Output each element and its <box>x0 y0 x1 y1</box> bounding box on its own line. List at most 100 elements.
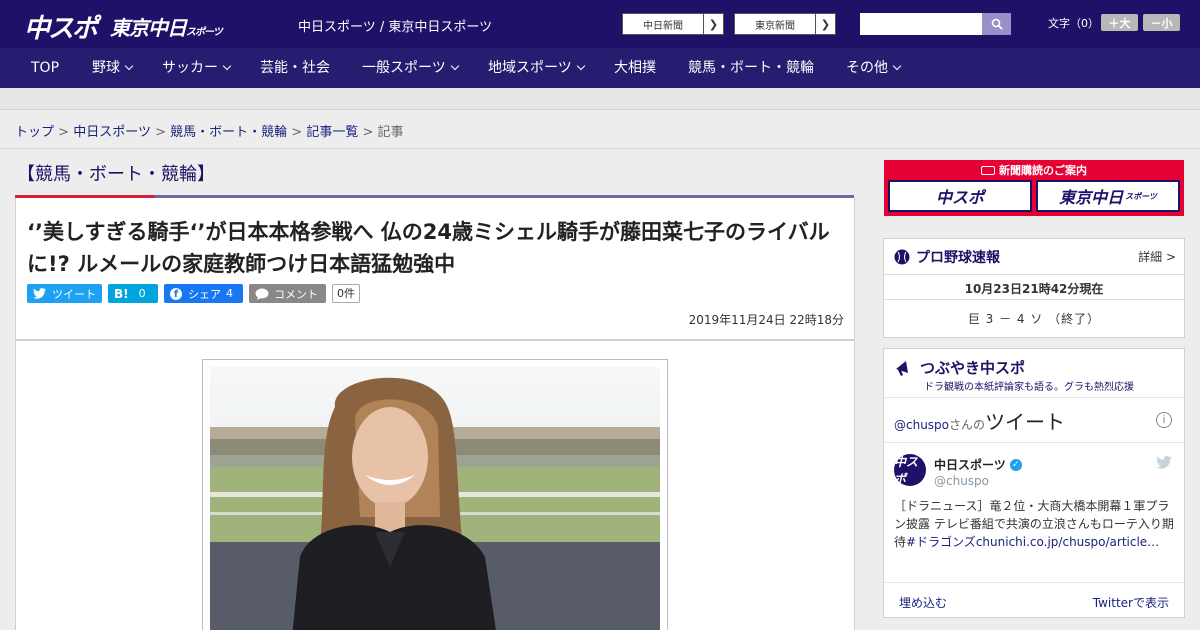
sub-nav-strip <box>0 88 1200 110</box>
nav-item-soccer[interactable]: サッカー <box>162 48 232 88</box>
twitter-bird-icon[interactable] <box>1156 456 1172 473</box>
divider <box>884 274 1184 275</box>
breadcrumb-separator: > <box>362 125 374 140</box>
hatena-bookmark-button[interactable]: B! 0 <box>108 284 158 303</box>
tsubuyaki-subtitle: ドラ観戦の本紙評論家も語る。グラも熱烈応援 <box>924 382 1134 393</box>
tweets-label: ツイート <box>985 410 1066 434</box>
twitter-widget-box: つぶやき中スポ ドラ観戦の本紙評論家も語る。グラも熱烈応援 @chuspoさんの… <box>883 348 1185 618</box>
tokyo-logo-small: スポーツ <box>186 27 223 38</box>
baseball-title-text: プロ野球速報 <box>916 250 1000 266</box>
nav-item-label: その他 <box>846 60 888 76</box>
chevron-right-icon: ❯ <box>703 14 723 34</box>
article-header: ‘’美しすぎる騎手‘’が日本本格参戦へ 仏の24歳ミシェル騎手が藤田菜七子のライ… <box>15 198 855 340</box>
tweet-button[interactable]: ツイート <box>27 284 102 303</box>
subscription-heading-text: 新聞購読のご案内 <box>999 164 1087 177</box>
nav-item-label: 競馬・ボート・競輪 <box>688 60 814 76</box>
article-photo-frame <box>202 359 668 630</box>
font-bigger-button[interactable]: ＋大 <box>1101 14 1138 31</box>
article-title: ‘’美しすぎる騎手‘’が日本本格参戦へ 仏の24歳ミシェル騎手が藤田菜七子のライ… <box>27 220 830 276</box>
nav-item-label: サッカー <box>162 60 218 76</box>
hatena-count: 0 <box>138 287 146 300</box>
subscribe-tokyo-small: スポーツ <box>1125 191 1157 201</box>
baseball-timestamp: 10月23日21時42分現在 <box>964 282 1104 296</box>
facebook-icon: f <box>170 287 182 300</box>
chevron-down-icon <box>576 61 585 71</box>
baseball-scores-widget: プロ野球速報 詳細 > 10月23日21時42分現在 巨 3 － 4 ソ （終了… <box>883 238 1185 338</box>
tweet-author-handle[interactable]: @chuspo <box>934 474 989 488</box>
nav-item-entertainment[interactable]: 芸能・社会 <box>260 48 330 88</box>
font-size-label: 文字（0） <box>1048 17 1099 30</box>
article-date: 2019年11月24日 22時18分 <box>688 313 844 327</box>
nav-item-keiba[interactable]: 競馬・ボート・競輪 <box>688 48 814 88</box>
tweet-link[interactable]: #ドラゴンズchunichi.co.jp/chuspo/article… <box>906 535 1159 549</box>
breadcrumb-chuspo[interactable]: 中日スポーツ <box>73 125 151 140</box>
comment-button[interactable]: コメント <box>249 284 326 303</box>
divider <box>884 299 1184 300</box>
facebook-share-label: シェア <box>188 287 221 301</box>
chuspo-logo[interactable]: 中スポ <box>24 8 98 45</box>
twitter-handle-suffix: さんの <box>949 418 986 432</box>
comment-count[interactable]: 0件 <box>332 284 360 303</box>
font-smaller-button[interactable]: －小 <box>1143 14 1180 31</box>
baseball-detail-link[interactable]: 詳細 > <box>1138 248 1176 265</box>
subscribe-chuspo-button[interactable]: 中スポ <box>888 180 1032 212</box>
nav-item-top[interactable]: TOP <box>31 48 59 88</box>
nav-item-local-sports[interactable]: 地域スポーツ <box>488 48 585 88</box>
chunichi-shimbun-button[interactable]: 中日新聞 ❯ <box>622 13 724 35</box>
nav-item-baseball[interactable]: 野球 <box>92 48 134 88</box>
baseball-title: プロ野球速報 <box>894 247 1000 267</box>
tsubuyaki-title: つぶやき中スポ <box>894 357 1025 378</box>
breadcrumb-separator: > <box>155 125 166 140</box>
search-icon <box>991 18 1003 30</box>
chevron-down-icon <box>892 61 902 71</box>
subscribe-tokyo-chunichi-button[interactable]: 東京中日 スポーツ <box>1036 180 1180 212</box>
divider <box>0 148 1200 149</box>
nav-item-other[interactable]: その他 <box>846 48 902 88</box>
nav-item-label: 一般スポーツ <box>362 60 446 76</box>
chevron-right-icon: ❯ <box>815 14 835 34</box>
tokyo-shimbun-label: 東京新聞 <box>755 20 795 32</box>
breadcrumb-separator: > <box>291 125 303 140</box>
top-header: 中スポ 東京中日スポーツ 中日スポーツ / 東京中日スポーツ 中日新聞 ❯ 東京… <box>0 0 1200 48</box>
hatena-icon: B! <box>114 286 129 301</box>
breadcrumb-separator: > <box>58 125 70 140</box>
search-button[interactable] <box>982 13 1011 35</box>
search-input[interactable] <box>860 13 982 35</box>
tweet-author-name-text: 中日スポーツ <box>934 458 1006 472</box>
megaphone-icon <box>896 360 908 376</box>
baseball-icon <box>894 249 910 265</box>
verified-badge-icon: ✓ <box>1009 458 1022 471</box>
embed-link[interactable]: 埋め込む <box>899 594 947 611</box>
site-link[interactable]: 中日スポーツ / 東京中日スポーツ <box>298 16 492 35</box>
facebook-share-button[interactable]: f シェア 4 <box>164 284 243 303</box>
divider <box>884 582 1184 583</box>
tokyo-chunichi-logo[interactable]: 東京中日スポーツ <box>110 12 223 41</box>
tokyo-shimbun-button[interactable]: 東京新聞 ❯ <box>734 13 836 35</box>
nav-item-label: 芸能・社会 <box>260 60 330 76</box>
nav-item-label: 大相撲 <box>614 60 656 76</box>
nav-item-label: TOP <box>31 60 60 76</box>
photo-jockey-portrait <box>210 367 660 630</box>
divider <box>884 442 1184 443</box>
tweet-text: ［ドラニュース］竜２位・大商大橋本開幕１軍プラン披露 テレビ番組で共演の立浪さん… <box>894 497 1176 551</box>
nav-item-general-sports[interactable]: 一般スポーツ <box>362 48 459 88</box>
twitter-handle-link[interactable]: @chuspo <box>894 418 949 432</box>
nav-item-sumo[interactable]: 大相撲 <box>614 48 656 88</box>
twitter-bird-icon <box>33 288 46 299</box>
tokyo-logo-text: 東京中日 <box>110 16 187 40</box>
baseball-score[interactable]: 巨 3 － 4 ソ （終了） <box>884 310 1184 327</box>
tweet-label: ツイート <box>52 287 96 301</box>
tsubuyaki-title-text: つぶやき中スポ <box>920 359 1026 377</box>
comment-bubble-icon <box>255 288 269 300</box>
tweet-author-name[interactable]: 中日スポーツ ✓ <box>934 456 1022 473</box>
info-icon[interactable]: i <box>1156 412 1172 428</box>
twitter-timeline: @chuspoさんのツイート i 中スポ 中日スポーツ ✓ @chuspo ［ドラ… <box>884 397 1184 619</box>
breadcrumb-keiba[interactable]: 競馬・ボート・競輪 <box>170 125 287 140</box>
subscribe-tokyo-label: 東京中日 <box>1059 188 1124 207</box>
article-photo <box>210 367 660 630</box>
avatar[interactable]: 中スポ <box>894 454 926 486</box>
breadcrumb-top[interactable]: トップ <box>15 125 54 140</box>
breadcrumb-article-list[interactable]: 記事一覧 <box>306 125 358 140</box>
view-on-twitter-link[interactable]: Twitterで表示 <box>1093 594 1169 611</box>
chevron-down-icon <box>450 61 459 71</box>
